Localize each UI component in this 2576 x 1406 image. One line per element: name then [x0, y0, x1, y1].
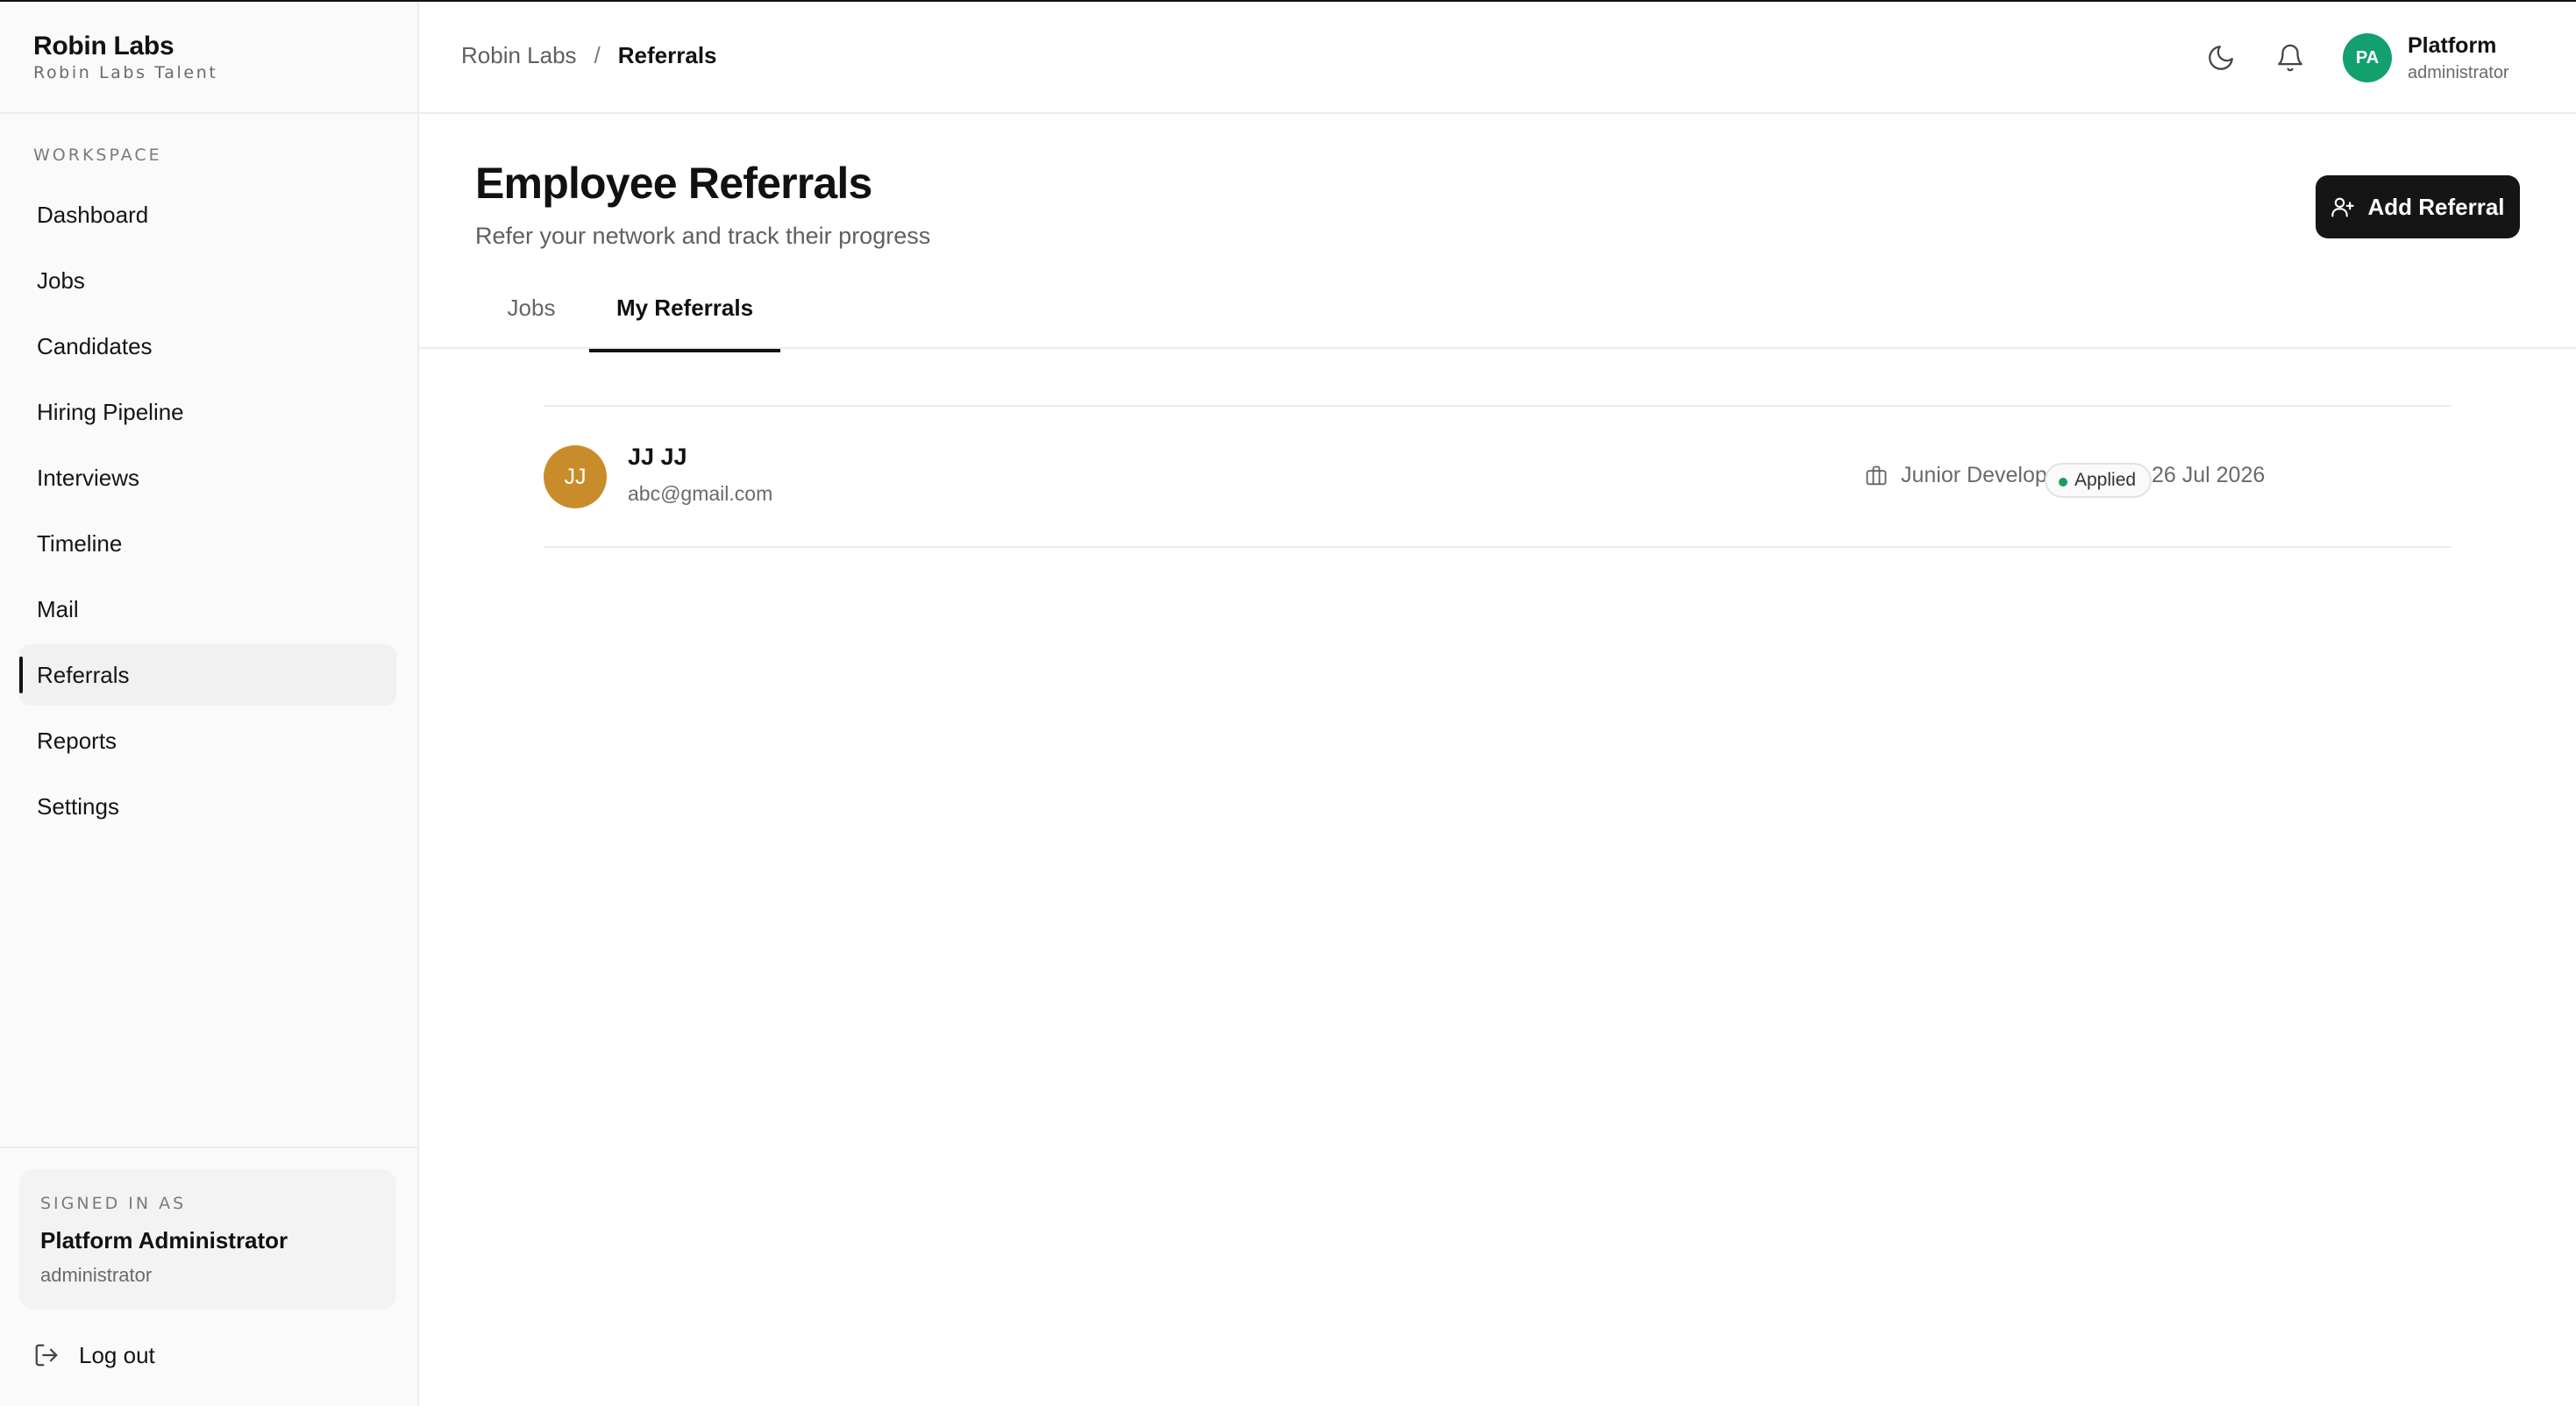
referral-job: Junior Developer: [1864, 463, 2067, 488]
page-title: Employee Referrals: [475, 159, 872, 208]
add-referral-label: Add Referral: [2367, 193, 2505, 220]
brand-header: Robin Labs Robin Labs Talent: [0, 2, 417, 114]
theme-toggle-button[interactable]: [2198, 35, 2244, 81]
top-bar: Robin Labs / Referrals PA Platform admin…: [419, 2, 2576, 114]
signed-in-label: SIGNED IN AS: [40, 1194, 187, 1213]
user-role: administrator: [2408, 63, 2509, 82]
tabs-divider: [419, 347, 2576, 349]
sidebar-item-timeline[interactable]: Timeline: [19, 513, 396, 574]
workspace-section-label: WORKSPACE: [33, 146, 162, 165]
referral-name: JJ JJ: [628, 444, 687, 470]
sidebar-item-candidates[interactable]: Candidates: [19, 316, 396, 377]
add-referral-button[interactable]: Add Referral: [2316, 175, 2520, 238]
breadcrumb-root[interactable]: Robin Labs: [461, 42, 577, 69]
briefcase-icon: [1866, 465, 1887, 485]
logout-icon: [35, 1344, 58, 1367]
brand-subtitle: Robin Labs Talent: [33, 63, 218, 82]
page-subtitle: Refer your network and track their progr…: [475, 223, 931, 249]
sidebar: Robin Labs Robin Labs Talent WORKSPACE D…: [0, 2, 419, 1406]
breadcrumb-separator: /: [594, 42, 601, 68]
logout-button[interactable]: Log out: [33, 1331, 226, 1380]
tab-my-referrals[interactable]: My Referrals: [589, 291, 780, 352]
signed-in-role: administrator: [40, 1264, 153, 1286]
sidebar-item-settings[interactable]: Settings: [19, 776, 396, 837]
tab-jobs[interactable]: Jobs: [496, 291, 566, 347]
status-dot-icon: [2059, 478, 2067, 486]
sidebar-item-reports[interactable]: Reports: [19, 710, 396, 771]
bell-icon: [2278, 44, 2302, 72]
user-name: Platform: [2408, 33, 2497, 58]
referral-email: abc@gmail.com: [628, 482, 773, 505]
sidebar-item-jobs[interactable]: Jobs: [19, 250, 396, 311]
brand-name: Robin Labs: [33, 32, 174, 60]
status-label: Applied: [2074, 470, 2137, 490]
referral-avatar: JJ: [544, 445, 607, 508]
sidebar-item-interviews[interactable]: Interviews: [19, 447, 396, 508]
breadcrumb-current: Referrals: [617, 42, 717, 68]
sidebar-item-mail[interactable]: Mail: [19, 579, 396, 640]
referral-job-title: Junior Developer: [1901, 463, 2067, 487]
moon-icon: [2209, 46, 2233, 70]
sidebar-item-hiring-pipeline[interactable]: Hiring Pipeline: [19, 381, 396, 443]
user-plus-icon: [2331, 197, 2355, 217]
referral-row[interactable]: JJ JJ JJ abc@gmail.com Junior Developer …: [544, 407, 2451, 546]
sidebar-item-referrals[interactable]: Referrals: [19, 644, 396, 706]
user-avatar[interactable]: PA: [2343, 33, 2392, 82]
notifications-button[interactable]: [2267, 35, 2313, 81]
breadcrumb: Robin Labs / Referrals: [461, 42, 717, 69]
signed-in-name: Platform Administrator: [40, 1227, 288, 1253]
sidebar-divider: [0, 1147, 417, 1148]
referral-date-text: 26 Jul 2026: [2152, 463, 2266, 487]
signed-in-card: SIGNED IN AS Platform Administrator admi…: [19, 1169, 396, 1310]
logout-label: Log out: [79, 1341, 155, 1368]
app-window: Robin Labs Robin Labs Talent WORKSPACE D…: [0, 0, 2576, 1406]
list-divider-bottom: [544, 546, 2451, 548]
sidebar-item-dashboard[interactable]: Dashboard: [19, 184, 396, 245]
status-badge: Applied: [2045, 463, 2153, 498]
